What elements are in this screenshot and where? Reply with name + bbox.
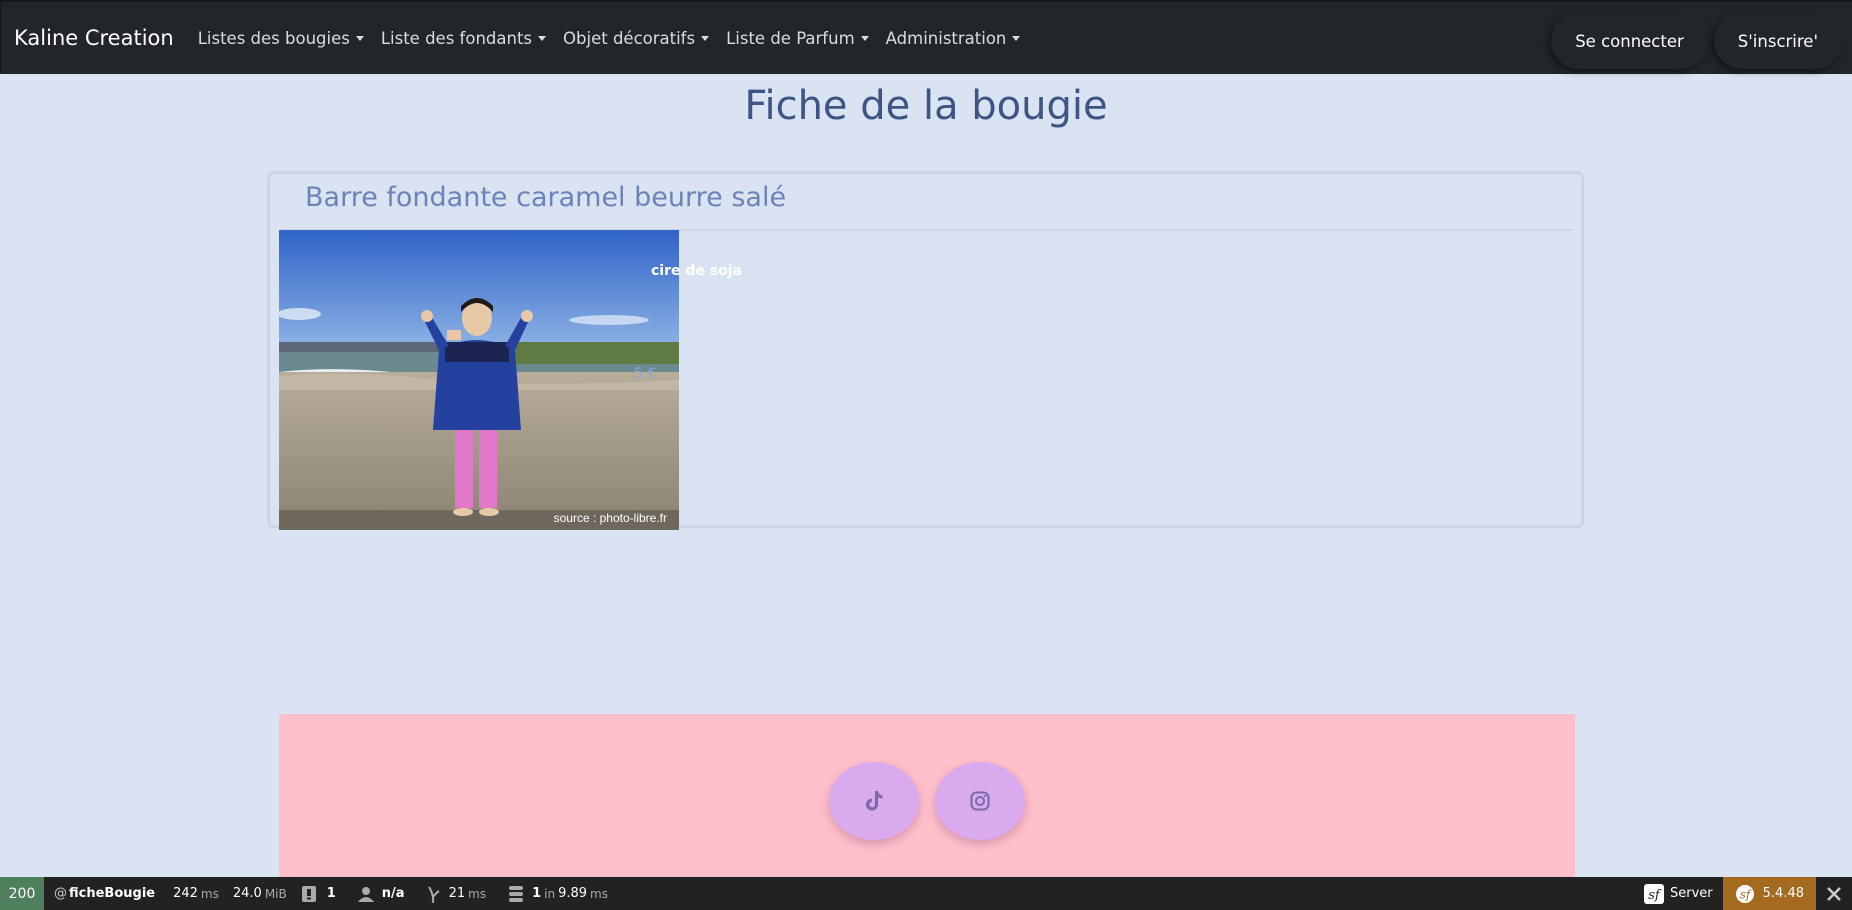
auth-buttons: Se connecter S'inscrire' (1551, 13, 1842, 69)
symfony-icon: sf (1644, 883, 1664, 904)
nav-label: Liste des fondants (380, 28, 533, 48)
route-prefix: @ (54, 886, 67, 901)
symfony-logo-icon: sf (1735, 884, 1754, 903)
status-code-badge[interactable]: 200 (0, 877, 44, 910)
logs-icon (301, 885, 316, 902)
server-label: Server (1670, 886, 1713, 901)
nav-dropdown-parfum[interactable]: Liste de Parfum (726, 29, 869, 48)
twig-unit: ms (468, 886, 487, 901)
memory-usage[interactable]: 24.0 MiB (233, 886, 287, 901)
logs-count: 1 (326, 886, 336, 901)
footer (279, 714, 1575, 878)
caret-down-icon (355, 35, 364, 41)
debug-toolbar: 200 @ ficheBougie 242 ms 24.0 MiB 1 n/a … (0, 877, 1852, 910)
database-icon (509, 885, 524, 902)
user-value: n/a (381, 886, 405, 901)
brand-link[interactable]: Kaline Creation (14, 26, 174, 50)
twig-icon (427, 885, 440, 903)
product-name: Barre fondante caramel beurre salé (305, 182, 787, 213)
caret-down-icon (701, 35, 710, 41)
tiktok-button[interactable] (829, 762, 919, 840)
nav-dropdown-administration[interactable]: Administration (886, 29, 1021, 48)
security-panel[interactable]: n/a (357, 886, 405, 902)
login-button[interactable]: Se connecter (1551, 13, 1708, 69)
database-panel[interactable]: 1 in 9.89 ms (508, 885, 608, 903)
product-price: 5 € (634, 366, 657, 382)
version-number: 5.4.48 (1762, 886, 1804, 901)
page-title: Fiche de la bougie (744, 83, 1108, 129)
memory-unit: MiB (264, 886, 287, 901)
logs-panel[interactable]: 1 (301, 885, 336, 903)
db-time: 9.89 (558, 886, 588, 901)
signup-button[interactable]: S'inscrire' (1713, 13, 1842, 69)
user-icon (357, 886, 374, 902)
instagram-button[interactable] (935, 762, 1025, 840)
image-caption: source : photo-libre.fr (554, 511, 667, 525)
nav-dropdown-fondants[interactable]: Liste des fondants (380, 28, 547, 48)
route-name: ficheBougie (69, 886, 156, 901)
db-in: in (544, 886, 556, 901)
caret-down-icon (1012, 35, 1021, 41)
tiktok-icon (866, 791, 883, 811)
time-unit: ms (200, 886, 219, 901)
nav-label: Administration (885, 28, 1007, 48)
memory-value: 24.0 (232, 886, 262, 901)
toolbar-right: sf Server sf 5.4.48 (1634, 877, 1852, 910)
caret-down-icon (538, 35, 547, 41)
twig-panel[interactable]: 21 ms (427, 885, 487, 903)
route-info[interactable]: @ ficheBougie (54, 886, 155, 901)
server-info[interactable]: sf Server (1634, 883, 1723, 904)
db-query-count: 1 (532, 886, 542, 901)
close-toolbar-button[interactable] (1816, 877, 1852, 910)
top-navbar: Kaline Creation Listes des bougies Liste… (0, 0, 1852, 74)
nav-dropdown-bougies[interactable]: Listes des bougies (198, 29, 364, 48)
nav-label: Objet décoratifs (563, 28, 696, 48)
time-value: 242 (173, 886, 198, 901)
nav-label: Liste de Parfum (726, 28, 855, 48)
caret-down-icon (860, 35, 869, 41)
instagram-icon (970, 791, 990, 811)
close-icon (1827, 886, 1841, 901)
twig-time: 21 (448, 886, 466, 901)
product-image: source : photo-libre.fr (279, 230, 679, 530)
symfony-version[interactable]: sf 5.4.48 (1722, 877, 1816, 910)
db-unit: ms (590, 886, 608, 901)
nav-dropdown-objets[interactable]: Objet décoratifs (563, 28, 710, 48)
request-time[interactable]: 242 ms (173, 886, 219, 901)
product-material: cire de soja (651, 263, 742, 279)
nav-label: Listes des bougies (197, 28, 350, 48)
